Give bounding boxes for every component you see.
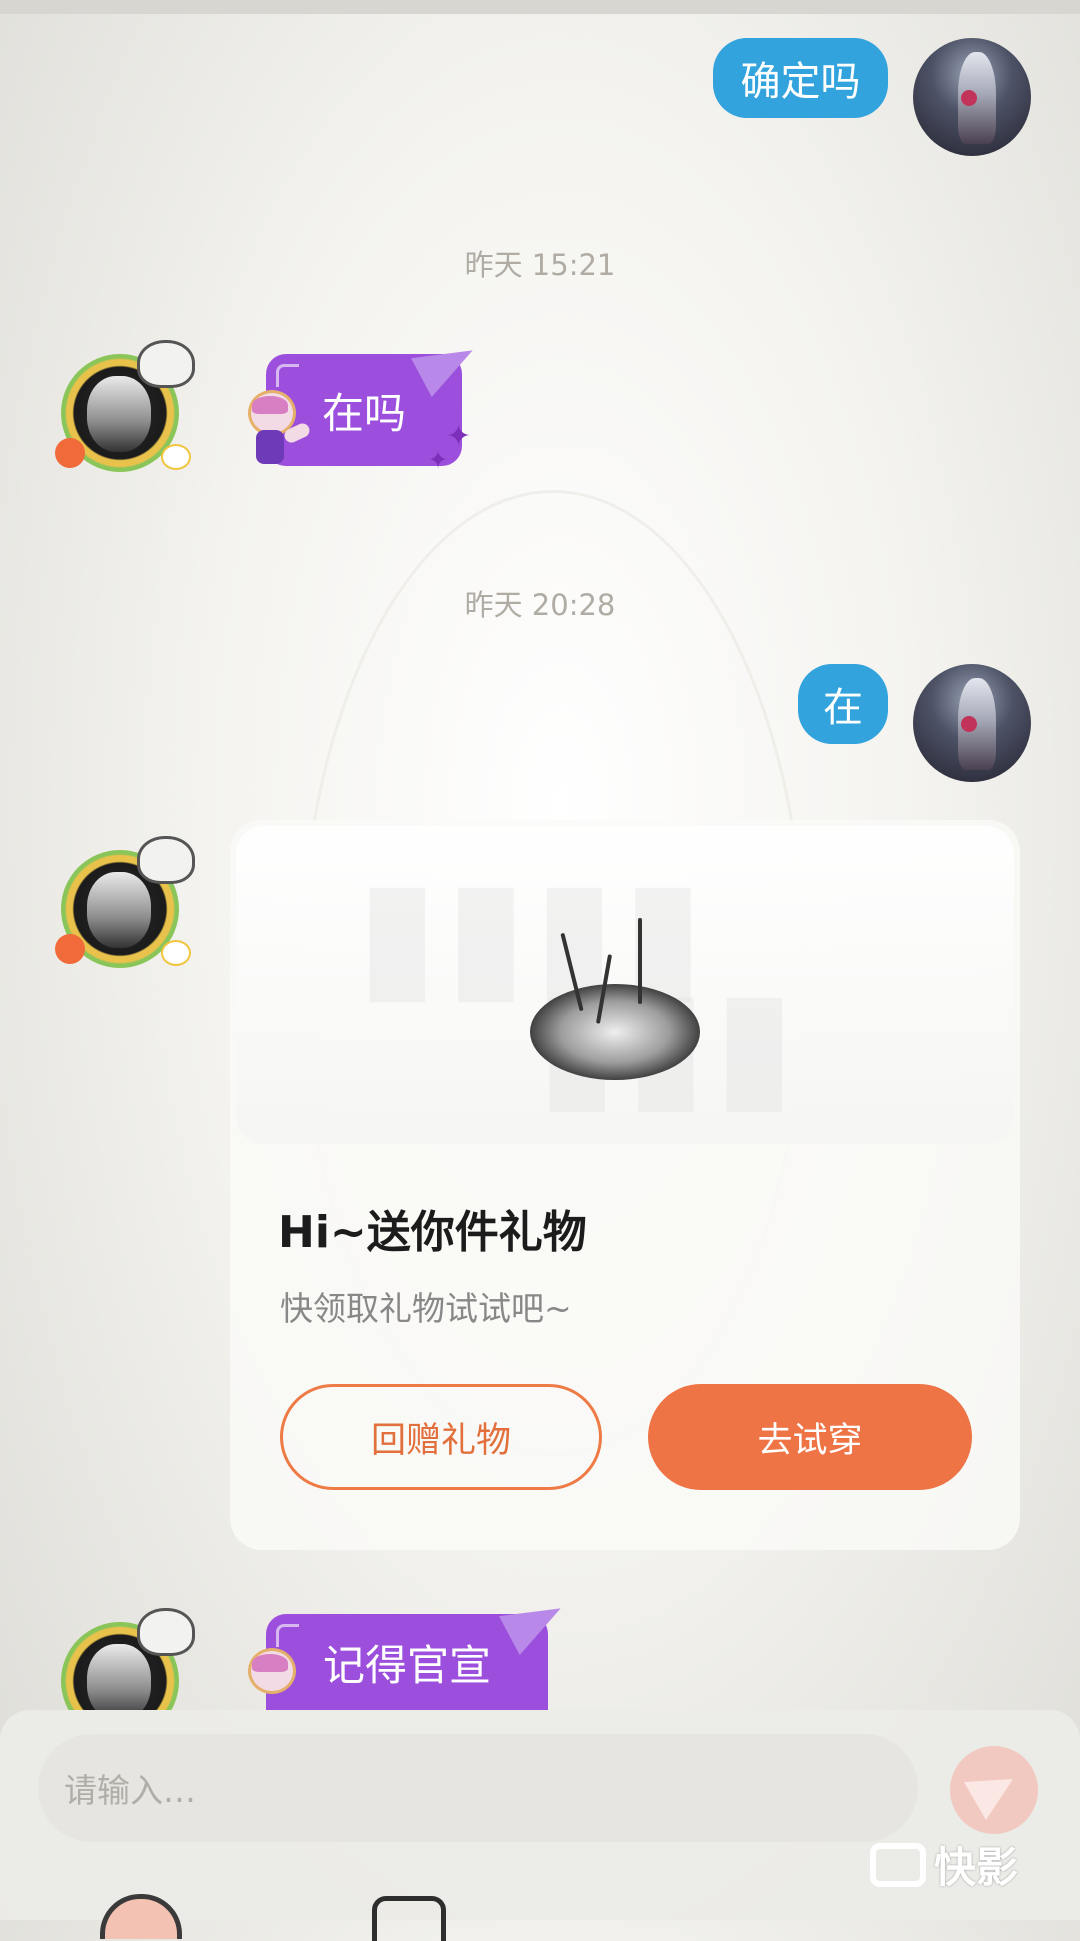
sparkle-icon: ✦ <box>428 446 449 474</box>
chibi-hair <box>252 1654 288 1672</box>
friend-avatar[interactable] <box>55 340 195 480</box>
bubble-corner-decoration <box>276 1624 299 1647</box>
input-placeholder: 请输入… <box>64 1771 196 1810</box>
return-gift-button[interactable]: 回赠礼物 <box>280 1384 602 1490</box>
timestamp: 昨天 20:28 <box>464 588 616 622</box>
chibi-sticker-icon <box>244 1648 296 1710</box>
send-button[interactable] <box>950 1746 1038 1834</box>
message-text: 在 <box>823 685 863 731</box>
try-on-button[interactable]: 去试穿 <box>648 1384 972 1490</box>
bubble-corner-decoration <box>276 364 299 387</box>
friend-avatar[interactable] <box>55 1608 195 1710</box>
gift-item-graphic <box>530 984 700 1080</box>
carrot-decoration-icon <box>55 934 85 964</box>
chibi-hair <box>252 396 288 414</box>
my-avatar[interactable] <box>913 664 1031 782</box>
avatar-flower <box>961 90 977 106</box>
cat-decoration-icon <box>137 836 195 884</box>
egg-decoration-icon <box>161 444 191 470</box>
status-strip <box>0 0 1080 14</box>
gift-image[interactable]: ▮▮▮▮ ▮▮▮ <box>236 826 1014 1144</box>
chibi-body <box>256 430 284 464</box>
carrot-decoration-icon <box>55 438 85 468</box>
egg-decoration-icon <box>161 940 191 966</box>
send-icon <box>963 1759 1025 1821</box>
friend-avatar[interactable] <box>55 836 195 976</box>
sparkle-icon: ✦ <box>446 419 472 454</box>
message-input[interactable]: 请输入… <box>38 1734 918 1842</box>
avatar-face <box>87 872 151 948</box>
message-bubble-self[interactable]: 确定吗 <box>713 38 888 118</box>
message-text: 在吗 <box>321 388 406 438</box>
cat-decoration-icon <box>137 340 195 388</box>
avatar-face <box>87 1644 151 1710</box>
gift-title: Hi~送你件礼物 <box>278 1207 587 1258</box>
watermark-text: 快影 <box>934 1843 1019 1892</box>
camera-icon <box>870 1842 926 1887</box>
message-text: 确定吗 <box>740 59 861 105</box>
cat-decoration-icon <box>137 1608 195 1656</box>
timestamp: 昨天 15:21 <box>464 248 616 282</box>
message-bubble-self[interactable]: 在 <box>798 664 888 744</box>
kuaiying-watermark: 快影 <box>870 1834 1018 1895</box>
gift-item-pin <box>638 918 642 1004</box>
message-text: 记得官宣 <box>322 1640 491 1690</box>
my-avatar[interactable] <box>913 38 1031 156</box>
emoji-icon[interactable] <box>372 1896 446 1941</box>
chibi-sticker-icon <box>244 390 312 476</box>
gift-subtitle: 快领取礼物试试吧~ <box>280 1289 572 1328</box>
avatar-flower <box>961 716 977 732</box>
avatar-face <box>87 376 151 452</box>
